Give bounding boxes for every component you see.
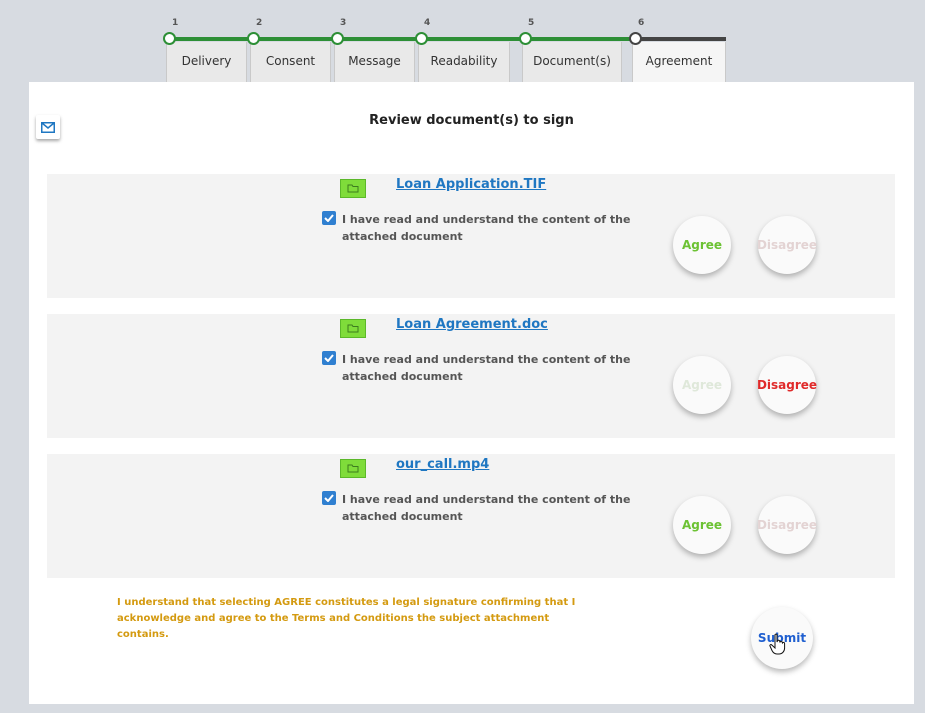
step-number: 5 [528,18,535,28]
document-row: Loan Application.TIF I have read and und… [47,174,895,298]
acknowledge-text: I have read and understand the content o… [342,353,631,383]
document-row: Loan Agreement.doc I have read and under… [47,314,895,438]
step-number: 2 [256,18,263,28]
step-number: 3 [340,18,347,28]
document-link[interactable]: Loan Application.TIF [396,177,546,192]
progress-stepper: 1 Delivery 2 Consent 3 Message 4 Readabi… [0,0,925,87]
checkmark-icon [324,494,334,502]
folder-icon [347,324,359,333]
folder-icon [347,464,359,473]
step-number: 6 [638,18,645,28]
step-label: Document(s) [522,42,622,87]
folder-icon [347,184,359,193]
step-dot [415,32,428,45]
step-number: 1 [172,18,179,28]
disagree-button[interactable]: Disagree [757,216,817,274]
step-label: Message [334,42,415,87]
step-label: Readability [418,42,510,87]
step-dot [247,32,260,45]
review-card: Review document(s) to sign Loan Applicat… [29,82,914,704]
checkmark-icon [324,354,334,362]
page-title: Review document(s) to sign [369,113,574,128]
disagree-button[interactable]: Disagree [757,496,817,554]
document-link[interactable]: Loan Agreement.doc [396,317,548,332]
step-dot [629,32,642,45]
acknowledge-text: I have read and understand the content o… [342,213,631,243]
legal-disclaimer: I understand that selecting AGREE consti… [117,597,576,640]
folder-button[interactable] [340,459,366,478]
step-label: Consent [250,42,331,87]
disagree-button[interactable]: Disagree [757,356,817,414]
read-checkbox[interactable] [322,351,336,365]
agree-button[interactable]: Agree [673,356,731,414]
step-dot [331,32,344,45]
agree-button[interactable]: Agree [673,496,731,554]
step-label: Agreement [632,42,726,87]
step-dot [163,32,176,45]
agree-button[interactable]: Agree [673,216,731,274]
checkmark-icon [324,214,334,222]
document-link[interactable]: our_call.mp4 [396,457,489,472]
acknowledge-text: I have read and understand the content o… [342,493,631,523]
stepper-line-current [636,37,726,41]
stepper-line-complete [170,37,636,41]
step-number: 4 [424,18,431,28]
step-label: Delivery [166,42,247,87]
folder-button[interactable] [340,179,366,198]
step-dot [519,32,532,45]
document-row: our_call.mp4 I have read and understand … [47,454,895,578]
read-checkbox[interactable] [322,491,336,505]
read-checkbox[interactable] [322,211,336,225]
folder-button[interactable] [340,319,366,338]
hand-cursor-icon [769,633,786,655]
